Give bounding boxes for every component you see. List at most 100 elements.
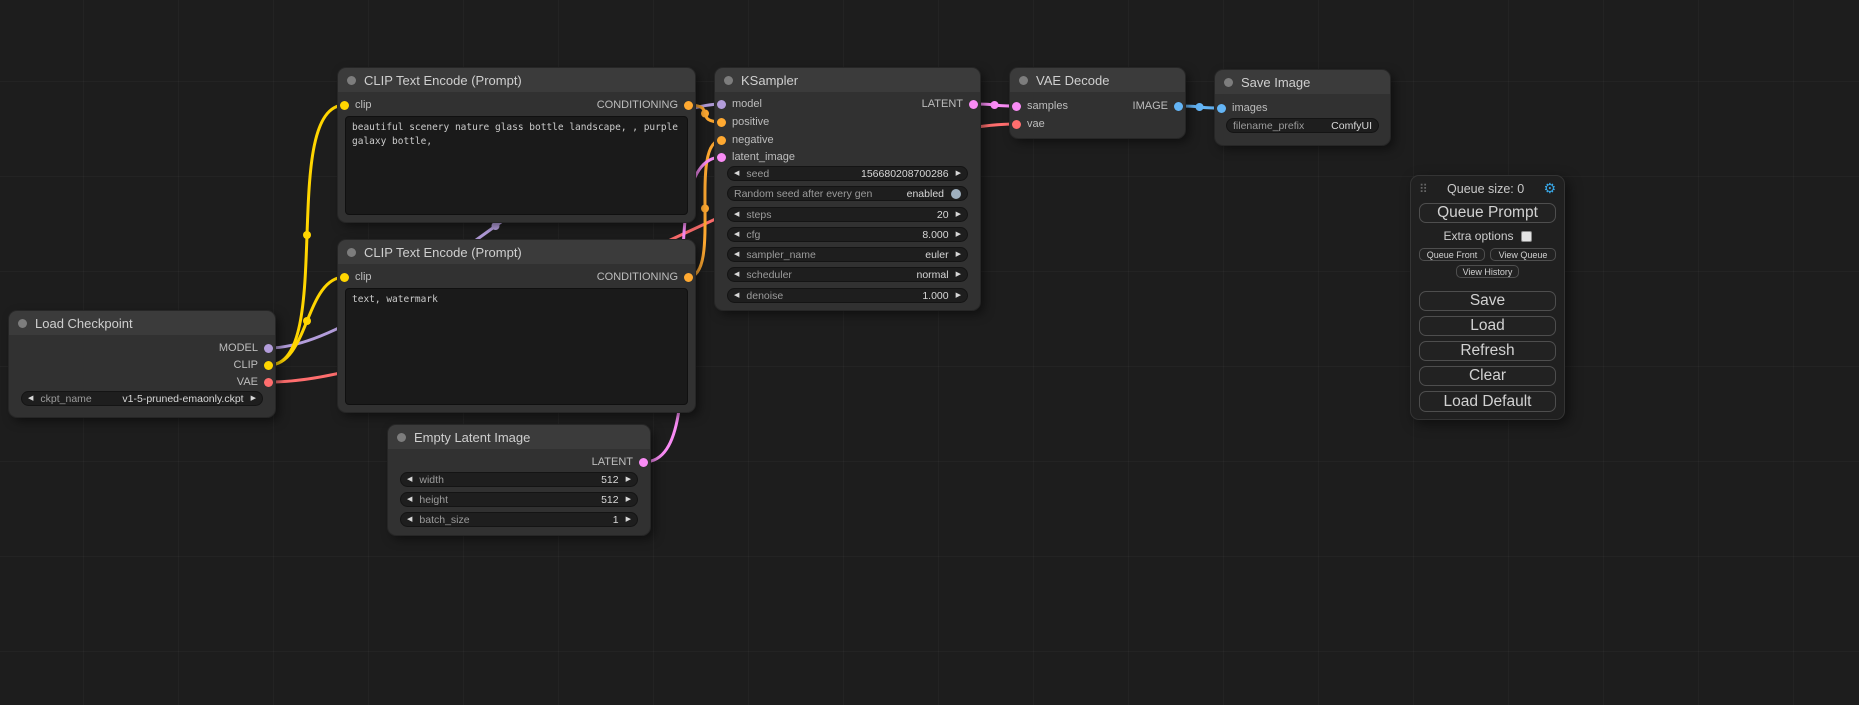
widget-random-seed[interactable]: Random seed after every gen enabled [727,186,968,201]
input-dot-latent-image[interactable] [717,153,726,162]
input-slot-clip: clip [340,270,372,284]
output-dot-conditioning[interactable] [684,101,693,110]
widget-steps[interactable]: ◀ steps 20 ▶ [727,207,968,222]
decrement-arrow-icon[interactable]: ◀ [407,516,412,523]
input-dot-images[interactable] [1217,104,1226,113]
increment-arrow-icon[interactable]: ▶ [956,271,961,278]
output-dot-conditioning[interactable] [684,273,693,282]
increment-arrow-icon[interactable]: ▶ [956,251,961,258]
widget-sampler-name[interactable]: ◀ sampler_name euler ▶ [727,247,968,262]
node-empty-latent-image[interactable]: Empty Latent Image LATENT ◀ width 512 ▶ … [388,425,650,535]
output-slot-latent: LATENT [922,97,978,111]
negative-prompt-textarea[interactable]: text, watermark [345,288,688,405]
collapse-toggle-icon[interactable] [18,319,27,328]
input-dot-samples[interactable] [1012,102,1021,111]
output-dot-image[interactable] [1174,102,1183,111]
widget-scheduler[interactable]: ◀ scheduler normal ▶ [727,267,968,282]
queue-prompt-button[interactable]: Queue Prompt [1419,203,1556,223]
decrement-arrow-icon[interactable]: ◀ [734,211,739,218]
node-header[interactable]: CLIP Text Encode (Prompt) [338,68,695,92]
decrement-arrow-icon[interactable]: ◀ [734,271,739,278]
input-dot-model[interactable] [717,100,726,109]
node-ksampler[interactable]: KSampler model positive negative latent_… [715,68,980,310]
widget-value: 512 [601,474,619,486]
view-queue-button[interactable]: View Queue [1490,248,1556,261]
input-dot-positive[interactable] [717,118,726,127]
input-slot-positive: positive [717,115,769,129]
extra-options-checkbox[interactable] [1521,231,1532,242]
output-dot-vae[interactable] [264,378,273,387]
output-dot-clip[interactable] [264,361,273,370]
widget-height[interactable]: ◀ height 512 ▶ [400,492,638,507]
slot-label: LATENT [922,98,963,110]
node-load-checkpoint[interactable]: Load Checkpoint MODEL CLIP VAE ◀ ckpt_na… [9,311,275,417]
positive-prompt-textarea[interactable]: beautiful scenery nature glass bottle la… [345,116,688,215]
node-clip-text-encode-negative[interactable]: CLIP Text Encode (Prompt) clip CONDITION… [338,240,695,412]
load-button[interactable]: Load [1419,316,1556,336]
queue-front-button[interactable]: Queue Front [1419,248,1485,261]
node-vae-decode[interactable]: VAE Decode samples vae IMAGE [1010,68,1185,138]
widget-denoise[interactable]: ◀ denoise 1.000 ▶ [727,288,968,303]
input-slot-images: images [1217,101,1267,115]
increment-arrow-icon[interactable]: ▶ [251,395,256,402]
link-midpoint-dot [991,101,999,109]
collapse-toggle-icon[interactable] [347,76,356,85]
decrement-arrow-icon[interactable]: ◀ [28,395,33,402]
node-title: CLIP Text Encode (Prompt) [364,245,522,260]
clear-button[interactable]: Clear [1419,366,1556,386]
widget-width[interactable]: ◀ width 512 ▶ [400,472,638,487]
input-dot-negative[interactable] [717,136,726,145]
output-dot-model[interactable] [264,344,273,353]
output-slot-clip: CLIP [234,358,273,372]
collapse-toggle-icon[interactable] [397,433,406,442]
widget-label: filename_prefix [1233,120,1324,132]
widget-filename-prefix[interactable]: filename_prefix ComfyUI [1226,118,1379,133]
decrement-arrow-icon[interactable]: ◀ [407,496,412,503]
widget-seed[interactable]: ◀ seed 156680208700286 ▶ [727,166,968,181]
load-default-button[interactable]: Load Default [1419,391,1556,411]
decrement-arrow-icon[interactable]: ◀ [734,251,739,258]
save-button[interactable]: Save [1419,291,1556,311]
node-graph-canvas[interactable]: Load Checkpoint MODEL CLIP VAE ◀ ckpt_na… [0,0,1859,705]
widget-cfg[interactable]: ◀ cfg 8.000 ▶ [727,227,968,242]
widget-ckpt-name[interactable]: ◀ ckpt_name v1-5-pruned-emaonly.ckpt ▶ [21,391,263,406]
collapse-toggle-icon[interactable] [1224,78,1233,87]
queue-buttons-row: Queue Front View Queue [1419,248,1556,261]
drag-handle-icon[interactable]: ⠿ [1419,182,1428,196]
node-title: Save Image [1241,75,1310,90]
settings-gear-icon[interactable]: ⚙ [1543,181,1556,197]
collapse-toggle-icon[interactable] [1019,76,1028,85]
node-header[interactable]: VAE Decode [1010,68,1185,92]
increment-arrow-icon[interactable]: ▶ [626,516,631,523]
collapse-toggle-icon[interactable] [347,248,356,257]
increment-arrow-icon[interactable]: ▶ [626,496,631,503]
node-header[interactable]: Save Image [1215,70,1390,94]
input-dot-clip[interactable] [340,273,349,282]
output-dot-latent[interactable] [639,458,648,467]
node-save-image[interactable]: Save Image images filename_prefix ComfyU… [1215,70,1390,145]
decrement-arrow-icon[interactable]: ◀ [734,231,739,238]
widget-batch-size[interactable]: ◀ batch_size 1 ▶ [400,512,638,527]
input-dot-vae[interactable] [1012,120,1021,129]
decrement-arrow-icon[interactable]: ◀ [407,476,412,483]
increment-arrow-icon[interactable]: ▶ [626,476,631,483]
output-dot-latent[interactable] [969,100,978,109]
increment-arrow-icon[interactable]: ▶ [956,211,961,218]
view-history-button[interactable]: View History [1456,265,1520,278]
node-header[interactable]: KSampler [715,68,980,92]
node-header[interactable]: Load Checkpoint [9,311,275,335]
decrement-arrow-icon[interactable]: ◀ [734,170,739,177]
node-header[interactable]: CLIP Text Encode (Prompt) [338,240,695,264]
input-slot-samples: samples [1012,99,1068,113]
increment-arrow-icon[interactable]: ▶ [956,170,961,177]
collapse-toggle-icon[interactable] [724,76,733,85]
decrement-arrow-icon[interactable]: ◀ [734,292,739,299]
toggle-indicator-icon[interactable] [951,189,961,199]
refresh-button[interactable]: Refresh [1419,341,1556,361]
input-dot-clip[interactable] [340,101,349,110]
node-title: KSampler [741,73,798,88]
node-clip-text-encode-positive[interactable]: CLIP Text Encode (Prompt) clip CONDITION… [338,68,695,222]
node-header[interactable]: Empty Latent Image [388,425,650,449]
increment-arrow-icon[interactable]: ▶ [956,231,961,238]
increment-arrow-icon[interactable]: ▶ [956,292,961,299]
